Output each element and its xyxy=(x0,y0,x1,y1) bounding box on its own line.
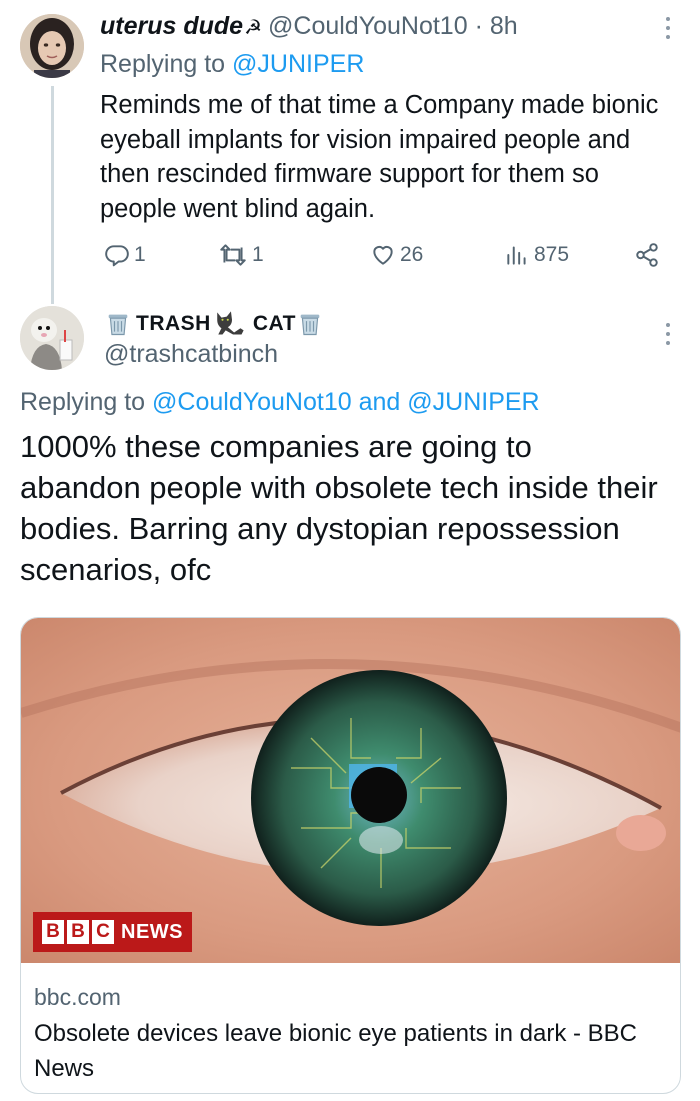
card-domain: bbc.com xyxy=(34,984,121,1010)
view-count: 875 xyxy=(534,243,570,266)
mention-link[interactable]: @JUNIPER xyxy=(407,388,539,416)
views-button[interactable]: 875 xyxy=(504,242,569,268)
author-handle[interactable]: @CouldYouNot10 xyxy=(268,12,468,40)
name-part-trash: TRASH xyxy=(136,312,211,335)
bbc-news-badge: B B C NEWS xyxy=(33,912,192,952)
bbc-logo-letter: C xyxy=(92,920,114,944)
tweet1-action-bar: 1 1 26 875 xyxy=(100,240,670,272)
like-count: 26 xyxy=(400,243,424,266)
trash-can-icon xyxy=(108,314,128,336)
tweet1-text: Reminds me of that time a Company made b… xyxy=(100,91,659,223)
hammer-sickle-emoji: ☭ xyxy=(244,17,263,39)
timestamp[interactable]: 8h xyxy=(490,12,518,40)
like-icon xyxy=(373,245,393,265)
link-preview-card[interactable]: B B C NEWS bbc.com Obsolete devices leav… xyxy=(20,617,681,1094)
bbc-logo-letter: B xyxy=(67,920,89,944)
like-button[interactable]: 26 xyxy=(370,242,423,268)
replying-to-line: Replying to @CouldYouNot10 and @JUNIPER xyxy=(20,388,540,417)
avatar-uterus-dude[interactable] xyxy=(20,14,84,78)
mention-link[interactable]: @CouldYouNot10 xyxy=(152,388,352,416)
more-options-icon[interactable] xyxy=(658,14,678,42)
reply-count: 1 xyxy=(134,243,146,266)
tweet1-header: uterus dude☭ @CouldYouNot10 · 8h xyxy=(100,12,518,41)
replying-to-line: Replying to @JUNIPER xyxy=(100,50,364,79)
retweet-button[interactable]: 1 xyxy=(218,242,264,268)
avatar-trashcat[interactable] xyxy=(20,306,84,370)
mention-link[interactable]: @JUNIPER xyxy=(232,50,364,78)
bbc-logo-letter: B xyxy=(42,920,64,944)
cat-icon xyxy=(217,311,244,335)
thread-connector-line xyxy=(51,86,54,304)
reply-icon xyxy=(105,245,129,267)
card-title[interactable]: Obsolete devices leave bionic eye patien… xyxy=(34,1016,664,1086)
name-part-cat: CAT xyxy=(252,312,296,335)
views-icon xyxy=(507,246,526,265)
more-options-icon[interactable] xyxy=(658,320,678,348)
share-icon xyxy=(636,243,658,267)
author-name[interactable]: TRASH CAT xyxy=(104,308,324,340)
separator-dot: · xyxy=(474,12,483,40)
retweet-count: 1 xyxy=(252,243,264,266)
retweet-icon xyxy=(220,244,246,266)
mention-and: and xyxy=(358,388,401,416)
trash-can-icon xyxy=(300,314,320,336)
share-button[interactable] xyxy=(634,242,660,268)
replying-to-label: Replying to xyxy=(100,50,226,78)
author-name[interactable]: uterus dude xyxy=(100,12,243,40)
tweet2-text: 1000% these companies are going to aband… xyxy=(20,429,658,587)
replying-to-label: Replying to xyxy=(20,388,146,416)
reply-button[interactable]: 1 xyxy=(104,242,146,268)
author-handle[interactable]: @trashcatbinch xyxy=(104,340,278,369)
article-image: B B C NEWS xyxy=(21,618,680,963)
bbc-news-word: NEWS xyxy=(121,920,183,943)
